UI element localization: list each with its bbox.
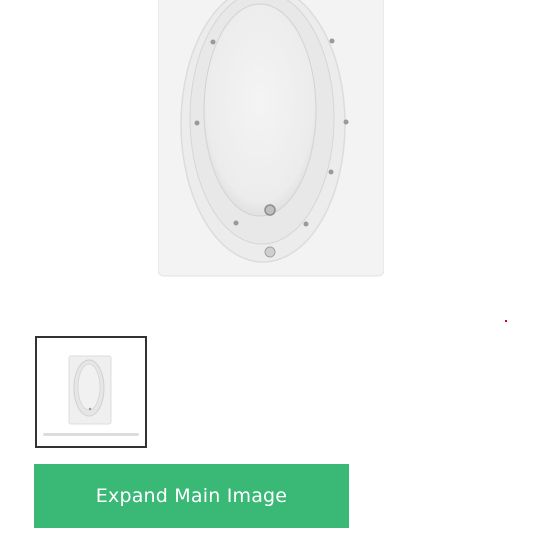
- bathtub-thumbnail: [43, 355, 139, 436]
- expand-main-image-button[interactable]: Expand Main Image: [34, 464, 349, 528]
- bathtub-image: [158, 0, 384, 277]
- expand-button-label: Expand Main Image: [95, 485, 288, 507]
- marker-dot: [505, 320, 507, 322]
- main-product-image[interactable]: [158, 0, 384, 278]
- product-gallery: Expand Main Image: [0, 0, 540, 540]
- thumbnail-image[interactable]: [35, 336, 147, 448]
